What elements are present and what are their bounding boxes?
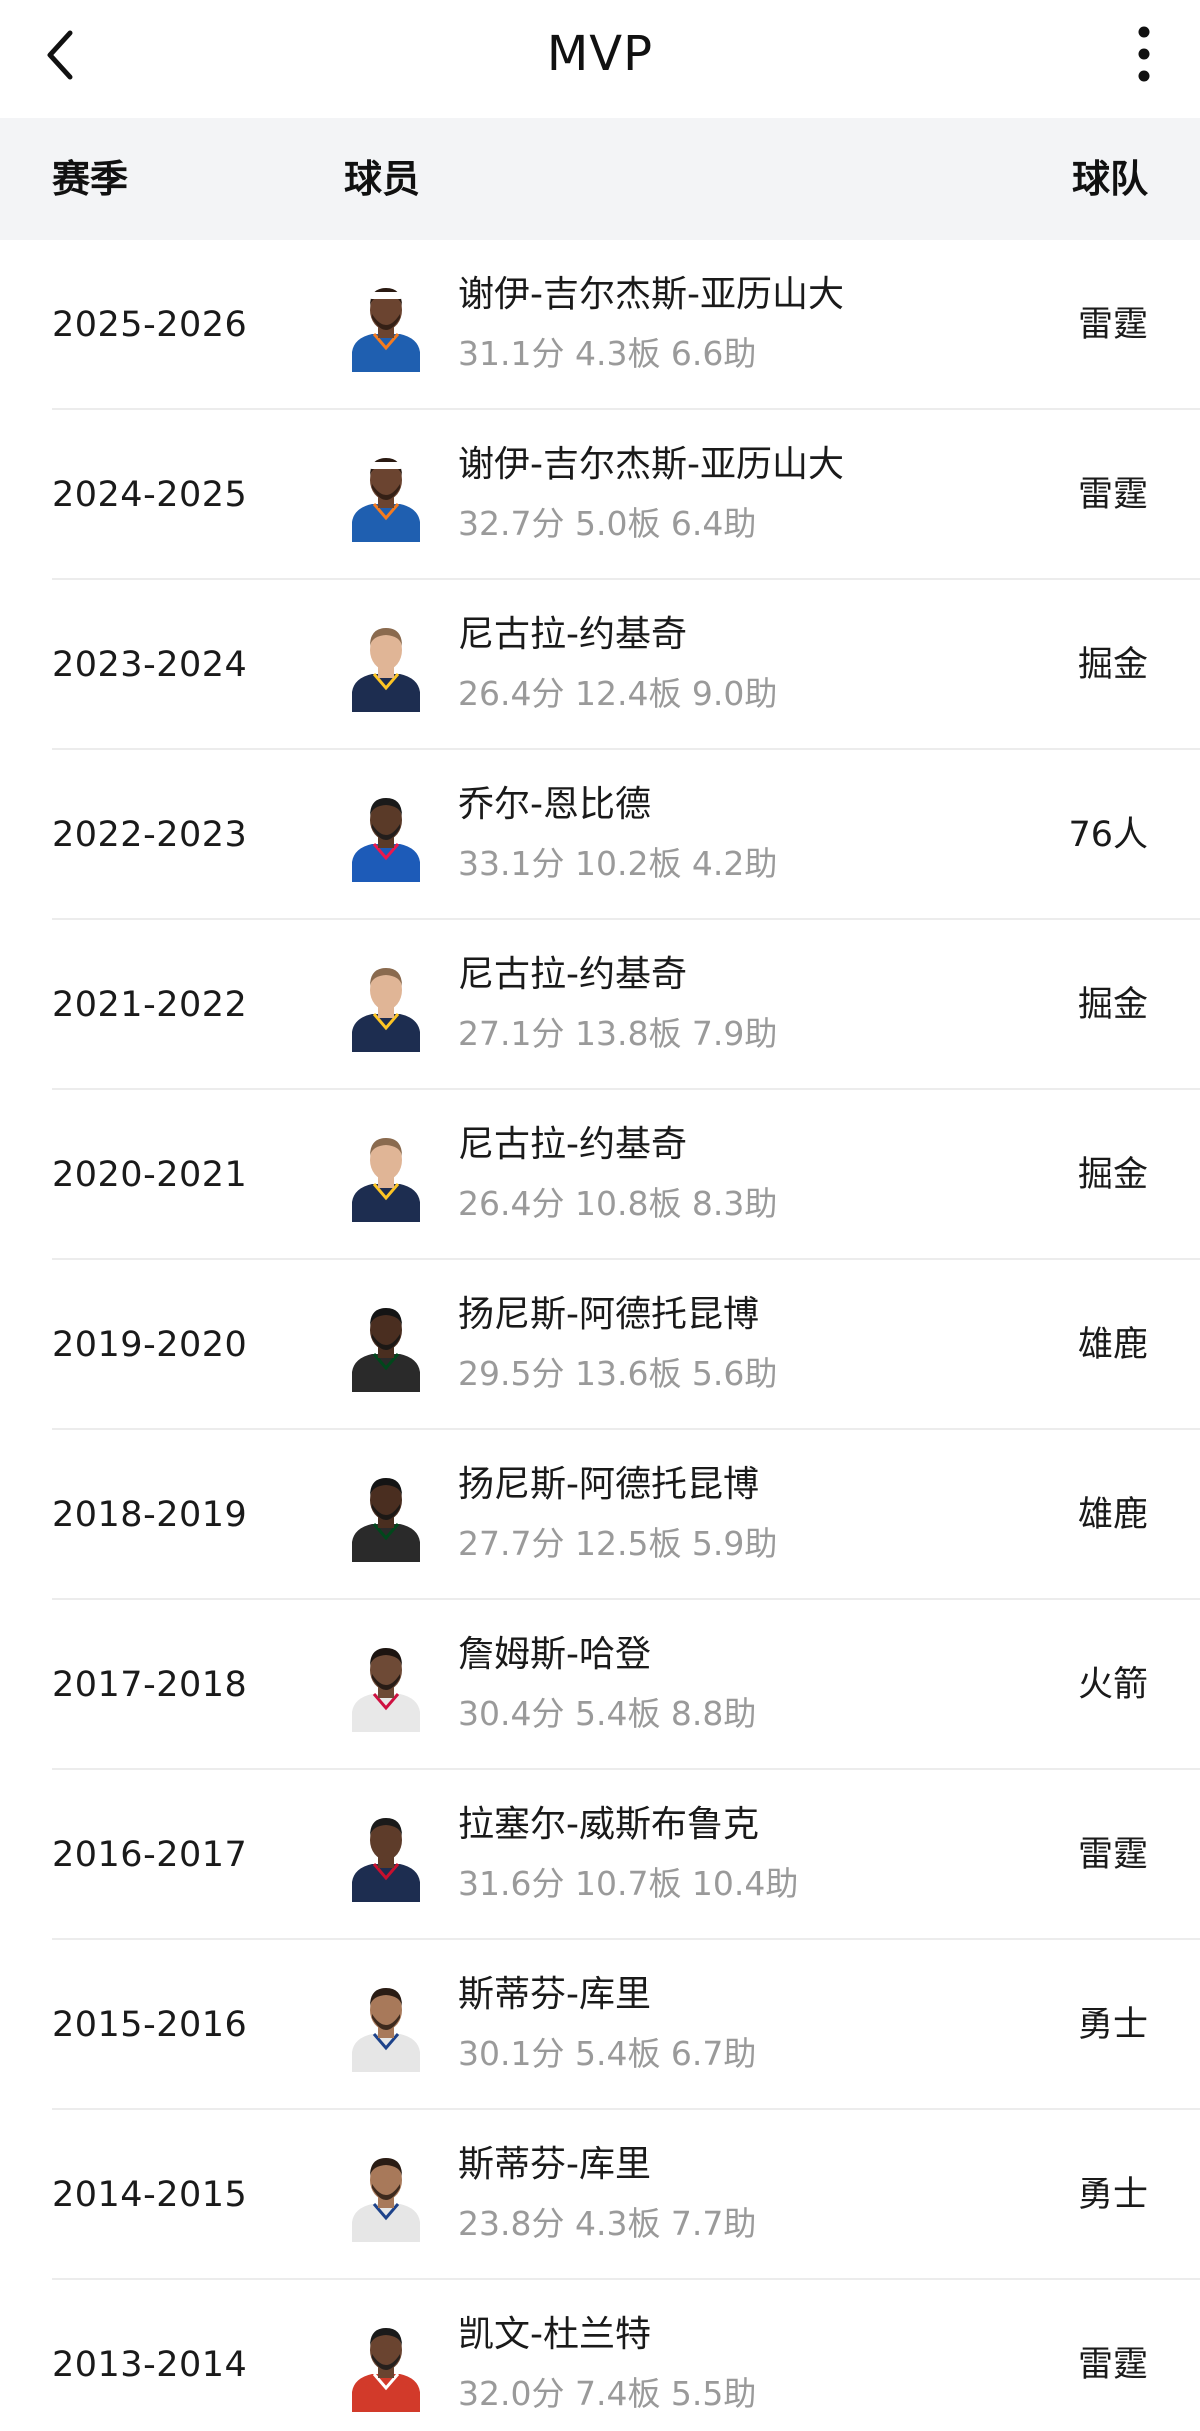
column-header-season: 赛季 [52, 157, 129, 201]
player-name: 扬尼斯-阿德托昆博 [458, 1294, 759, 1335]
table-row[interactable]: 2013-2014 凯文-杜兰特 32.0分 7.4板 5.5助 雷霆 [0, 2280, 1200, 2431]
season-cell: 2020-2021 [52, 1155, 248, 1195]
table-row[interactable]: 2015-2016 斯蒂芬-库里 30.1分 5.4板 6.7助 勇士 [0, 1940, 1200, 2110]
player-avatar [350, 2148, 422, 2242]
team-cell: 雷霆 [1077, 475, 1148, 515]
team-cell: 雄鹿 [1077, 1495, 1148, 1535]
team-cell: 掘金 [1077, 985, 1148, 1025]
player-stats: 27.7分 12.5板 5.9助 [458, 1524, 778, 1563]
column-header-team: 球队 [1071, 157, 1148, 201]
table-row[interactable]: 2020-2021 尼古拉-约基奇 26.4分 10.8板 8.3助 掘金 [0, 1090, 1200, 1260]
table-row[interactable]: 2014-2015 斯蒂芬-库里 23.8分 4.3板 7.7助 勇士 [0, 2110, 1200, 2280]
player-name: 谢伊-吉尔杰斯-亚历山大 [458, 274, 844, 315]
player-avatar [350, 788, 422, 882]
mvp-page: MVP 赛季 球员 球队 2025-2026 谢伊-吉尔杰斯-亚历山大 31.1分 … [0, 0, 1200, 2431]
player-name: 斯蒂芬-库里 [458, 1974, 651, 2015]
player-stats: 29.5分 13.6板 5.6助 [458, 1354, 778, 1393]
player-avatar [350, 1638, 422, 1732]
player-stats: 26.4分 12.4板 9.0助 [458, 674, 778, 713]
table-row[interactable]: 2019-2020 扬尼斯-阿德托昆博 29.5分 13.6板 5.6助 雄鹿 [0, 1260, 1200, 1430]
season-cell: 2018-2019 [52, 1495, 248, 1535]
player-stats: 27.1分 13.8板 7.9助 [458, 1014, 778, 1053]
more-vertical-icon [1138, 26, 1150, 82]
table-row[interactable]: 2021-2022 尼古拉-约基奇 27.1分 13.8板 7.9助 掘金 [0, 920, 1200, 1090]
team-cell: 掘金 [1077, 645, 1148, 685]
player-stats: 30.4分 5.4板 8.8助 [458, 1694, 757, 1733]
player-name: 扬尼斯-阿德托昆博 [458, 1464, 759, 1505]
player-avatar [350, 278, 422, 372]
player-stats: 31.1分 4.3板 6.6助 [458, 334, 757, 373]
table-row[interactable]: 2018-2019 扬尼斯-阿德托昆博 27.7分 12.5板 5.9助 雄鹿 [0, 1430, 1200, 1600]
player-avatar [350, 618, 422, 712]
player-avatar [350, 2318, 422, 2412]
table-row[interactable]: 2016-2017 拉塞尔-威斯布鲁克 31.6分 10.7板 10.4助 雷霆 [0, 1770, 1200, 1940]
season-cell: 2022-2023 [52, 815, 248, 855]
player-avatar [350, 1978, 422, 2072]
player-name: 尼古拉-约基奇 [458, 1124, 687, 1165]
table-row[interactable]: 2025-2026 谢伊-吉尔杰斯-亚历山大 31.1分 4.3板 6.6助 雷霆 [0, 240, 1200, 410]
team-cell: 76人 [1068, 815, 1148, 855]
player-stats: 31.6分 10.7板 10.4助 [458, 1864, 799, 1903]
player-name: 詹姆斯-哈登 [458, 1634, 651, 1675]
player-avatar [350, 448, 422, 542]
season-cell: 2024-2025 [52, 475, 248, 515]
player-name: 拉塞尔-威斯布鲁克 [458, 1804, 759, 1845]
player-stats: 32.7分 5.0板 6.4助 [458, 504, 757, 543]
team-cell: 雄鹿 [1077, 1325, 1148, 1365]
player-avatar [350, 1808, 422, 1902]
season-cell: 2021-2022 [52, 985, 248, 1025]
player-name: 尼古拉-约基奇 [458, 614, 687, 655]
page-title: MVP [546, 26, 654, 82]
column-header-player: 球员 [344, 157, 421, 201]
table-row[interactable]: 2017-2018 詹姆斯-哈登 30.4分 5.4板 8.8助 火箭 [0, 1600, 1200, 1770]
player-stats: 30.1分 5.4板 6.7助 [458, 2034, 757, 2073]
season-cell: 2019-2020 [52, 1325, 248, 1365]
table-header: 赛季 球员 球队 [0, 118, 1200, 240]
season-cell: 2016-2017 [52, 1835, 248, 1875]
player-stats: 26.4分 10.8板 8.3助 [458, 1184, 778, 1223]
top-bar: MVP [0, 0, 1200, 118]
team-cell: 勇士 [1077, 2005, 1148, 2045]
table-row[interactable]: 2024-2025 谢伊-吉尔杰斯-亚历山大 32.7分 5.0板 6.4助 雷霆 [0, 410, 1200, 580]
team-cell: 勇士 [1077, 2175, 1148, 2215]
more-button[interactable] [1124, 22, 1164, 86]
player-avatar [350, 1468, 422, 1562]
table-row[interactable]: 2022-2023 乔尔-恩比德 33.1分 10.2板 4.2助 76人 [0, 750, 1200, 920]
team-cell: 火箭 [1077, 1665, 1148, 1705]
season-cell: 2015-2016 [52, 2005, 248, 2045]
team-cell: 雷霆 [1077, 305, 1148, 345]
player-avatar [350, 1298, 422, 1392]
player-name: 尼古拉-约基奇 [458, 954, 687, 995]
player-avatar [350, 1128, 422, 1222]
season-cell: 2014-2015 [52, 2175, 248, 2215]
team-cell: 掘金 [1077, 1155, 1148, 1195]
player-name: 斯蒂芬-库里 [458, 2144, 651, 2185]
season-cell: 2013-2014 [52, 2345, 248, 2385]
player-stats: 32.0分 7.4板 5.5助 [458, 2374, 757, 2413]
player-avatar [350, 958, 422, 1052]
player-name: 谢伊-吉尔杰斯-亚历山大 [458, 444, 844, 485]
season-cell: 2023-2024 [52, 645, 248, 685]
player-stats: 23.8分 4.3板 7.7助 [458, 2204, 757, 2243]
team-cell: 雷霆 [1077, 1835, 1148, 1875]
season-cell: 2025-2026 [52, 305, 248, 345]
player-stats: 33.1分 10.2板 4.2助 [458, 844, 778, 883]
mvp-list: 2025-2026 谢伊-吉尔杰斯-亚历山大 31.1分 4.3板 6.6助 雷霆 20… [0, 240, 1200, 2431]
season-cell: 2017-2018 [52, 1665, 248, 1705]
table-row[interactable]: 2023-2024 尼古拉-约基奇 26.4分 12.4板 9.0助 掘金 [0, 580, 1200, 750]
team-cell: 雷霆 [1077, 2345, 1148, 2385]
player-name: 凯文-杜兰特 [458, 2314, 651, 2355]
player-name: 乔尔-恩比德 [458, 784, 651, 825]
